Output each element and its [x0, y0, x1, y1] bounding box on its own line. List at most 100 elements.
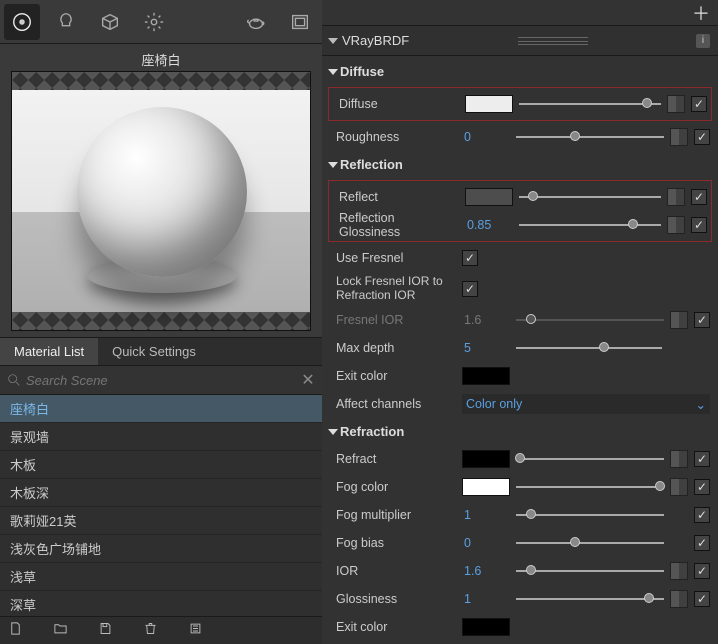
- drag-handle-icon[interactable]: [409, 37, 696, 45]
- material-preview[interactable]: [11, 71, 311, 331]
- purge-icon[interactable]: [188, 621, 203, 641]
- label-ior: IOR: [330, 564, 456, 578]
- fresnel-ior-check[interactable]: [694, 312, 710, 328]
- roughness-map-button[interactable]: [670, 128, 688, 146]
- label-fog-bias: Fog bias: [330, 536, 456, 550]
- roughness-slider[interactable]: [516, 128, 664, 146]
- preview-area: 座椅白: [0, 44, 322, 337]
- list-item[interactable]: 木板: [0, 451, 322, 479]
- label-max-depth: Max depth: [330, 341, 456, 355]
- roughness-value[interactable]: 0: [462, 128, 510, 146]
- fog-bias-check[interactable]: [694, 535, 710, 551]
- fog-bias-slider[interactable]: [516, 534, 664, 552]
- list-item[interactable]: 浅草: [0, 563, 322, 591]
- glossiness-check[interactable]: [694, 591, 710, 607]
- tab-material-list[interactable]: Material List: [0, 338, 98, 365]
- properties-scroll[interactable]: Diffuse Diffuse Roughness 0 Reflection R…: [322, 56, 718, 644]
- lights-tab-icon[interactable]: [48, 4, 84, 40]
- render-icon[interactable]: [282, 4, 318, 40]
- settings-tab-icon[interactable]: [136, 4, 172, 40]
- list-item[interactable]: 景观墙: [0, 423, 322, 451]
- open-folder-icon[interactable]: [53, 621, 68, 641]
- glossiness-slider[interactable]: [516, 590, 664, 608]
- row-reflect: Reflect: [331, 183, 709, 211]
- refl-gloss-value[interactable]: 0.85: [465, 216, 513, 234]
- right-panel: ＋ VRayBRDF i Diffuse Diffuse Roughness 0…: [322, 0, 718, 644]
- affect-channels-dropdown[interactable]: Color only⌄: [462, 394, 710, 414]
- label-refract: Refract: [330, 452, 456, 466]
- row-ior: IOR 1.6: [328, 557, 712, 585]
- fresnel-ior-value[interactable]: 1.6: [462, 311, 510, 329]
- fog-bias-value[interactable]: 0: [462, 534, 510, 552]
- diffuse-check[interactable]: [691, 96, 707, 112]
- refract-check[interactable]: [694, 451, 710, 467]
- label-lock-fresnel: Lock Fresnel IOR to Refraction IOR: [330, 275, 456, 303]
- refl-gloss-slider[interactable]: [519, 216, 661, 234]
- ior-map-button[interactable]: [670, 562, 688, 580]
- exit-color-2-swatch[interactable]: [462, 618, 510, 636]
- material-list[interactable]: 座椅白 景观墙 木板 木板深 歌莉娅21英 浅灰色广场铺地 浅草 深草 窗框 马…: [0, 395, 322, 616]
- refract-map-button[interactable]: [670, 450, 688, 468]
- tab-quick-settings[interactable]: Quick Settings: [98, 338, 210, 365]
- fog-color-check[interactable]: [694, 479, 710, 495]
- reflect-check[interactable]: [691, 189, 707, 205]
- reflect-map-button[interactable]: [667, 188, 685, 206]
- reflect-slider[interactable]: [519, 188, 661, 206]
- ior-slider[interactable]: [516, 562, 664, 580]
- glossiness-map-button[interactable]: [670, 590, 688, 608]
- list-item[interactable]: 深草: [0, 591, 322, 616]
- row-max-depth: Max depth 5: [328, 334, 712, 362]
- exit-color-swatch[interactable]: [462, 367, 510, 385]
- row-fog-bias: Fog bias 0: [328, 529, 712, 557]
- max-depth-value[interactable]: 5: [462, 339, 510, 357]
- lock-fresnel-check[interactable]: [462, 281, 478, 297]
- ior-value[interactable]: 1.6: [462, 562, 510, 580]
- new-file-icon[interactable]: [8, 621, 23, 641]
- search-input[interactable]: [26, 373, 300, 388]
- add-layer-icon[interactable]: ＋: [692, 0, 710, 26]
- collapse-icon: [328, 38, 338, 44]
- max-depth-slider[interactable]: [516, 339, 662, 357]
- fog-mult-check[interactable]: [694, 507, 710, 523]
- fog-color-map-button[interactable]: [670, 478, 688, 496]
- ior-check[interactable]: [694, 563, 710, 579]
- fresnel-ior-slider[interactable]: [516, 311, 664, 329]
- fresnel-ior-map-button[interactable]: [670, 311, 688, 329]
- refract-slider[interactable]: [516, 450, 664, 468]
- info-icon[interactable]: i: [696, 34, 710, 48]
- materials-tab-icon[interactable]: [4, 4, 40, 40]
- list-item[interactable]: 歌莉娅21英: [0, 507, 322, 535]
- diffuse-map-button[interactable]: [667, 95, 685, 113]
- section-diffuse[interactable]: Diffuse: [328, 58, 712, 85]
- list-item[interactable]: 浅灰色广场铺地: [0, 535, 322, 563]
- use-fresnel-check[interactable]: [462, 250, 478, 266]
- row-use-fresnel: Use Fresnel: [328, 244, 712, 272]
- brdf-header[interactable]: VRayBRDF i: [322, 26, 718, 56]
- row-fog-color: Fog color: [328, 473, 712, 501]
- section-reflection[interactable]: Reflection: [328, 151, 712, 178]
- list-item[interactable]: 木板深: [0, 479, 322, 507]
- fog-color-swatch[interactable]: [462, 478, 510, 496]
- fog-mult-slider[interactable]: [516, 506, 664, 524]
- fog-color-slider[interactable]: [516, 478, 664, 496]
- diffuse-color-swatch[interactable]: [465, 95, 513, 113]
- clear-search-icon[interactable]: ✕: [300, 370, 316, 390]
- label-refl-gloss: Reflection Glossiness: [333, 211, 459, 239]
- reflect-color-swatch[interactable]: [465, 188, 513, 206]
- refract-color-swatch[interactable]: [462, 450, 510, 468]
- diffuse-slider[interactable]: [519, 95, 661, 113]
- row-fresnel-ior: Fresnel IOR 1.6: [328, 306, 712, 334]
- teapot-icon[interactable]: [238, 4, 274, 40]
- roughness-check[interactable]: [694, 129, 710, 145]
- geometry-tab-icon[interactable]: [92, 4, 128, 40]
- label-reflect: Reflect: [333, 190, 459, 204]
- fog-mult-value[interactable]: 1: [462, 506, 510, 524]
- list-item[interactable]: 座椅白: [0, 395, 322, 423]
- section-refraction[interactable]: Refraction: [328, 418, 712, 445]
- refl-gloss-map-button[interactable]: [667, 216, 685, 234]
- delete-icon[interactable]: [143, 621, 158, 641]
- save-icon[interactable]: [98, 621, 113, 641]
- label-fog-mult: Fog multiplier: [330, 508, 456, 522]
- glossiness-value[interactable]: 1: [462, 590, 510, 608]
- refl-gloss-check[interactable]: [691, 217, 707, 233]
